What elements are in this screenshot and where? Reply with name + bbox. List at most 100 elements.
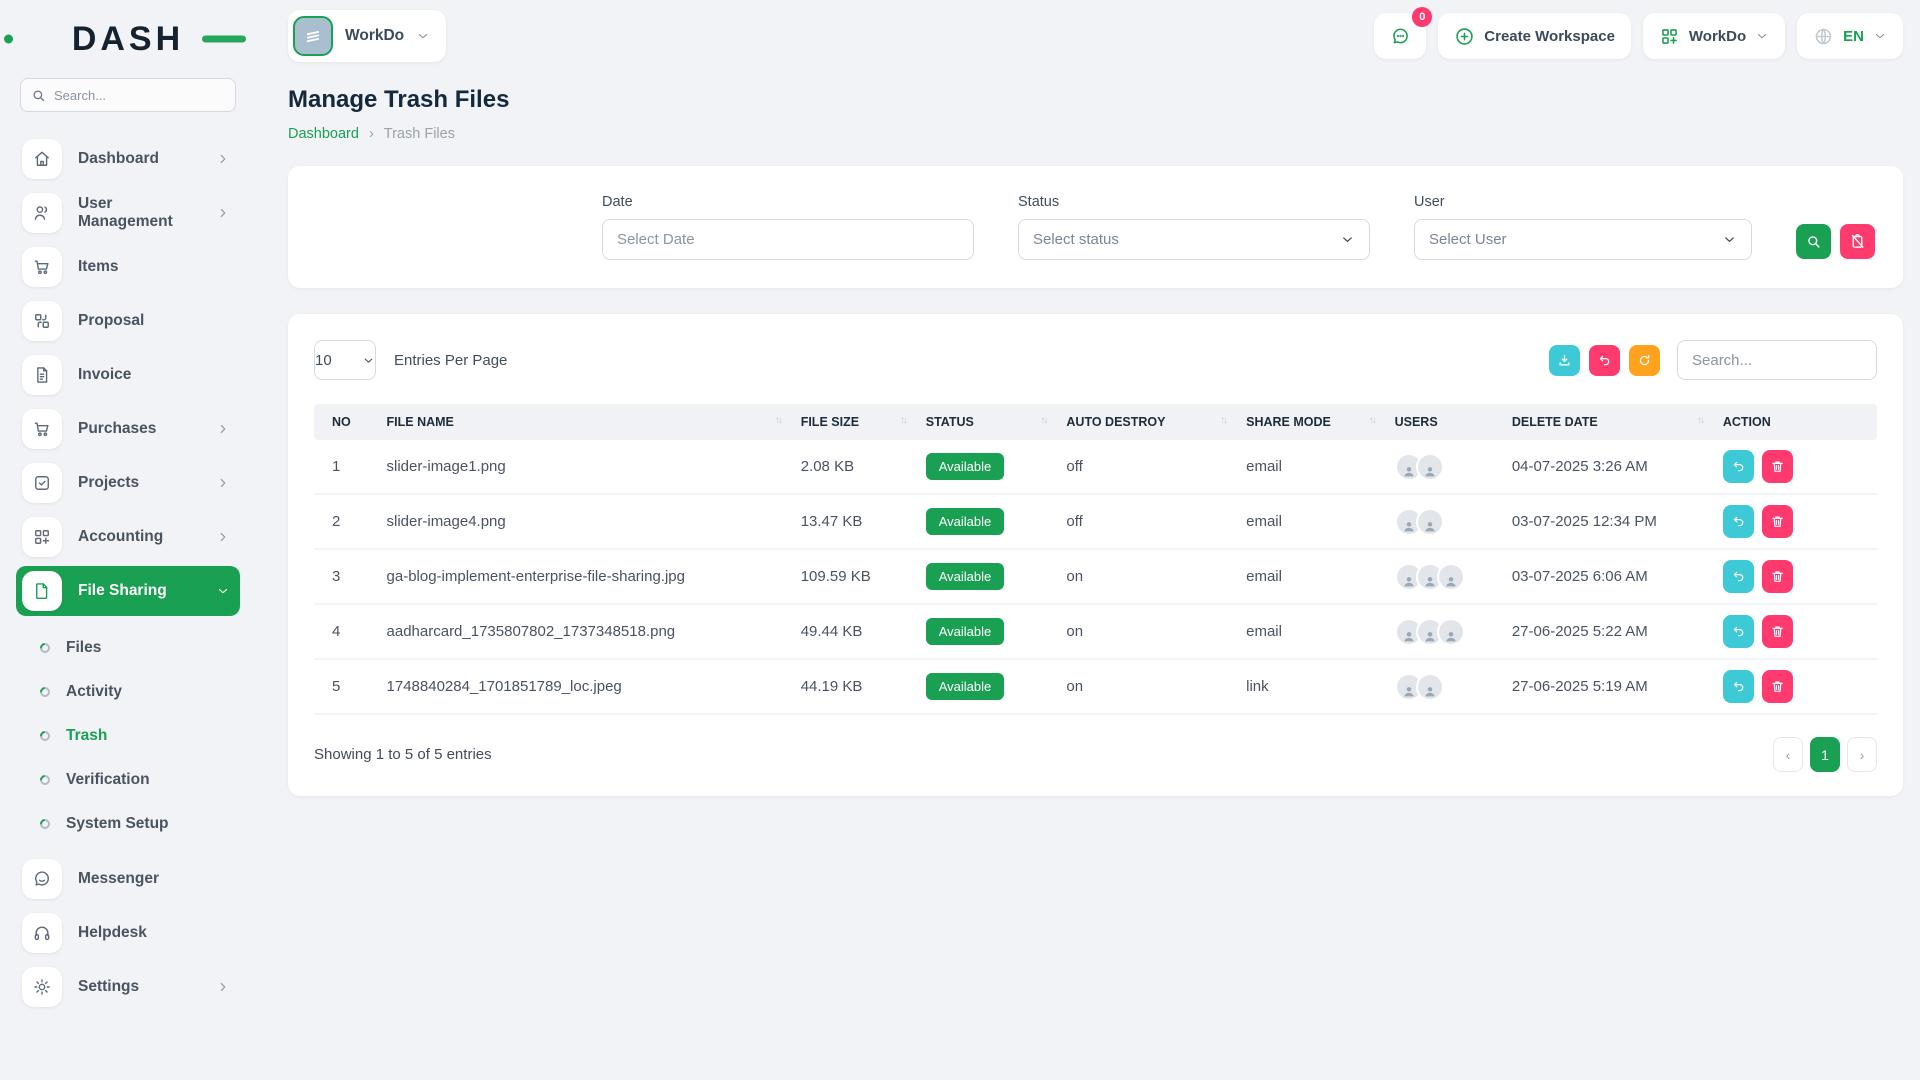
delete-row-button[interactable]: [1762, 505, 1793, 538]
refresh-button[interactable]: [1629, 345, 1660, 376]
chevron-right-icon: [216, 422, 230, 436]
cell-no: 2: [314, 494, 377, 549]
restore-row-button[interactable]: [1723, 670, 1754, 703]
restore-row-button[interactable]: [1723, 560, 1754, 593]
filter-card: Date Status Select status User Select Us…: [288, 166, 1903, 288]
sidebar-subitem-label: Trash: [66, 727, 107, 745]
cell-file-size: 49.44 KB: [791, 604, 916, 659]
sidebar-subitem-label: Activity: [66, 683, 122, 701]
sidebar-item-file-sharing[interactable]: File Sharing: [16, 566, 240, 616]
restore-all-button[interactable]: [1589, 345, 1620, 376]
sidebar-item-messenger[interactable]: Messenger: [16, 854, 240, 904]
sidebar-item-proposal[interactable]: Proposal: [16, 296, 240, 346]
clipboard-off-icon: [1849, 233, 1866, 250]
sidebar-item-purchases[interactable]: Purchases: [16, 404, 240, 454]
col-file-size[interactable]: FILE SIZE↑↓: [791, 404, 916, 440]
entries-per-page-select[interactable]: 10: [314, 340, 376, 380]
status-filter-select[interactable]: Select status: [1018, 219, 1370, 260]
chevron-right-icon: [216, 476, 230, 490]
table-search-input[interactable]: [1692, 352, 1862, 369]
user-filter-select[interactable]: Select User: [1414, 219, 1752, 260]
breadcrumb-dashboard-link[interactable]: Dashboard: [288, 126, 359, 142]
cell-file-size: 13.47 KB: [791, 494, 916, 549]
sidebar-item-label: Projects: [78, 474, 139, 492]
user-avatar: [1416, 673, 1444, 701]
sidebar-item-label: Items: [78, 258, 119, 276]
app-root: DASH Dashboard User Management: [0, 0, 1920, 1080]
sidebar-search-input[interactable]: [54, 88, 225, 103]
restore-row-button[interactable]: [1723, 450, 1754, 483]
search-icon: [1805, 233, 1822, 250]
export-button[interactable]: [1549, 345, 1580, 376]
col-file-name[interactable]: FILE NAME↑↓: [377, 404, 791, 440]
chevron-right-icon: [216, 206, 230, 220]
delete-row-button[interactable]: [1762, 560, 1793, 593]
sidebar-subitem-activity[interactable]: Activity: [40, 670, 240, 714]
sidebar-subitem-system-setup[interactable]: System Setup: [40, 802, 240, 846]
user-filter-label: User: [1414, 194, 1752, 210]
create-workspace-button[interactable]: Create Workspace: [1438, 13, 1631, 59]
messages-button[interactable]: 0: [1374, 13, 1426, 59]
cell-file-name: 1748840284_1701851789_loc.jpeg: [377, 659, 791, 714]
col-action: ACTION: [1713, 404, 1877, 440]
delete-row-button[interactable]: [1762, 615, 1793, 648]
sidebar-subitem-files[interactable]: Files: [40, 626, 240, 670]
date-filter-input[interactable]: [617, 231, 959, 248]
sidebar-item-settings[interactable]: Settings: [16, 962, 240, 1012]
entries-per-page-label: Entries Per Page: [394, 352, 507, 369]
delete-row-button[interactable]: [1762, 450, 1793, 483]
col-delete-date[interactable]: DELETE DATE↑↓: [1502, 404, 1713, 440]
main-area: WorkDo 0 Create Workspace: [256, 0, 1920, 1080]
cell-action: [1713, 659, 1877, 714]
brand-logo-text: DASH: [72, 20, 184, 59]
workdo-menu-button[interactable]: WorkDo: [1643, 13, 1785, 59]
trash-icon: [1770, 569, 1785, 584]
sidebar-item-dashboard[interactable]: Dashboard: [16, 134, 240, 184]
col-share-mode[interactable]: SHARE MODE↑↓: [1236, 404, 1384, 440]
sort-icon: ↑↓: [775, 415, 781, 426]
undo-arrow-icon: [1597, 353, 1612, 368]
table-row: 1 slider-image1.png 2.08 KB Available of…: [314, 440, 1877, 494]
table-row: 4 aadharcard_1735807802_1737348518.png 4…: [314, 604, 1877, 659]
sidebar-item-projects[interactable]: Projects: [16, 458, 240, 508]
pagination-page-1[interactable]: 1: [1810, 737, 1840, 772]
sidebar-subitem-trash[interactable]: Trash: [40, 714, 240, 758]
col-auto-destroy[interactable]: AUTO DESTROY↑↓: [1056, 404, 1236, 440]
status-badge: Available: [926, 618, 1005, 645]
sidebar-subitem-verification[interactable]: Verification: [40, 758, 240, 802]
bullet-icon: [38, 729, 52, 743]
bullet-icon: [38, 641, 52, 655]
sidebar-item-accounting[interactable]: Accounting: [16, 512, 240, 562]
cell-auto-destroy: on: [1056, 604, 1236, 659]
filter-search-button[interactable]: [1796, 224, 1831, 259]
language-selector[interactable]: EN: [1797, 13, 1903, 59]
pagination-prev-button[interactable]: ‹: [1773, 737, 1803, 772]
delete-row-button[interactable]: [1762, 670, 1793, 703]
workspace-selector[interactable]: WorkDo: [288, 10, 446, 62]
table-search[interactable]: [1677, 340, 1877, 380]
invoice-icon: [22, 355, 62, 395]
grid-plus-icon: [1659, 26, 1680, 47]
pagination-next-button[interactable]: ›: [1847, 737, 1877, 772]
cell-file-name: slider-image4.png: [377, 494, 791, 549]
filter-reset-button[interactable]: [1840, 224, 1875, 259]
restore-row-button[interactable]: [1723, 615, 1754, 648]
col-status[interactable]: STATUS↑↓: [916, 404, 1057, 440]
sidebar-item-invoice[interactable]: Invoice: [16, 350, 240, 400]
sort-icon: ↑↓: [1369, 415, 1375, 426]
sidebar-item-items[interactable]: Items: [16, 242, 240, 292]
breadcrumb-separator: ›: [369, 126, 374, 142]
sort-icon: ↑↓: [1040, 415, 1046, 426]
status-badge: Available: [926, 563, 1005, 590]
sidebar-search[interactable]: [20, 78, 236, 112]
cell-share-mode: link: [1236, 659, 1384, 714]
sidebar-item-user-management[interactable]: User Management: [16, 188, 240, 238]
cell-file-size: 44.19 KB: [791, 659, 916, 714]
download-icon: [1557, 353, 1572, 368]
trash-icon: [1770, 624, 1785, 639]
restore-row-button[interactable]: [1723, 505, 1754, 538]
brand-logo[interactable]: DASH: [16, 16, 240, 62]
sidebar-item-helpdesk[interactable]: Helpdesk: [16, 908, 240, 958]
trash-files-table: NO FILE NAME↑↓ FILE SIZE↑↓ STATUS↑↓ AUTO…: [314, 404, 1877, 715]
cell-delete-date: 04-07-2025 3:26 AM: [1502, 440, 1713, 494]
